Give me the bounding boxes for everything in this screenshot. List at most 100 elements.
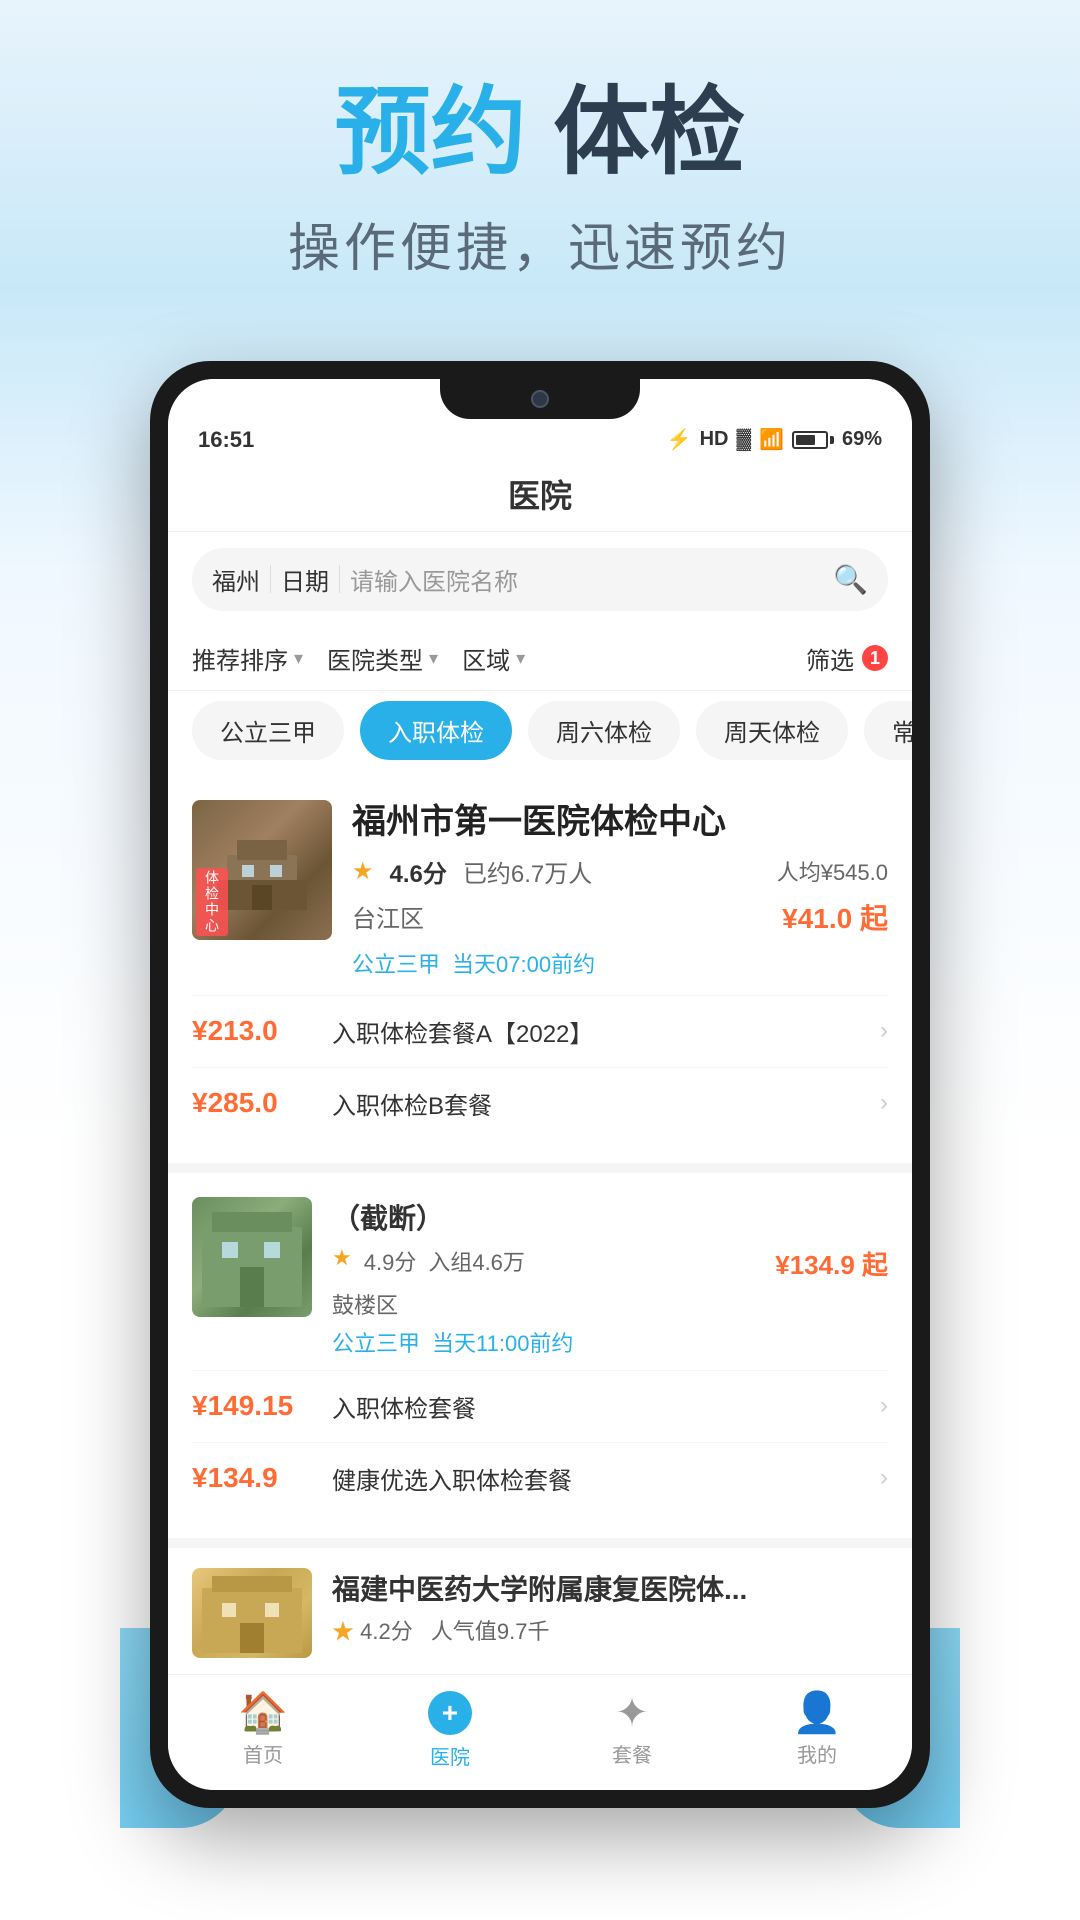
package-item-1-1[interactable]: ¥134.9 健康优选入职体检套餐 › (192, 1442, 888, 1514)
star-icon-2: ★ (332, 1619, 354, 1644)
hospital-score-2: 4.2分 (360, 1619, 413, 1644)
phone-camera (531, 390, 549, 408)
package-arrow-0-1: › (880, 1089, 888, 1117)
hero-title-dark: 体检 (553, 79, 745, 186)
search-bar[interactable]: 福州 日期 请输入医院名称 🔍 (192, 548, 888, 611)
hospital-info-1: （截断） ★ 4.9分 入组4.6万 ¥134.9 起 鼓楼区 (332, 1197, 888, 1358)
filter-label: 筛选 (806, 641, 854, 676)
star-icon-1: ★ (332, 1245, 352, 1282)
search-divider2 (339, 565, 340, 593)
package-price-1-0: ¥149.15 (192, 1390, 332, 1422)
date-tag[interactable]: 日期 (281, 562, 329, 597)
cat-tab-0[interactable]: 公立三甲 (192, 701, 344, 760)
hospital-district-0: 台江区 (352, 899, 424, 934)
hospital-meta-2: ★ 4.2分 人气值9.7千 (332, 1614, 888, 1646)
hero-title-blue: 预约 (335, 79, 527, 186)
cat-tab-1[interactable]: 入职体检 (360, 701, 512, 760)
sort-arrow-icon: ▾ (294, 648, 303, 669)
package-arrow-0-0: › (880, 1017, 888, 1045)
search-input[interactable]: 请输入医院名称 (350, 562, 823, 597)
package-icon: ✦ (615, 1693, 649, 1733)
hospital-meta-0: ★ 4.6分 已约6.7万人 人均¥545.0 (352, 854, 888, 889)
package-item-1-0[interactable]: ¥149.15 入职体检套餐 › (192, 1370, 888, 1442)
hospital-popularity-2: 人气值9.7千 (431, 1619, 550, 1644)
cat-tab-4[interactable]: 常规 (864, 701, 912, 760)
search-area: 福州 日期 请输入医院名称 🔍 (168, 532, 912, 627)
status-right: ⚡ HD ▓ 📶 69% (667, 427, 882, 452)
hospital-building-svg-2 (192, 1568, 312, 1658)
search-icon[interactable]: 🔍 (833, 563, 868, 596)
category-tabs: 公立三甲 入职体检 周六体检 周天体检 常规 (168, 691, 912, 776)
filter-count-badge: 1 (862, 645, 888, 671)
package-price-0-0: ¥213.0 (192, 1015, 332, 1047)
filter-button[interactable]: 筛选 1 (806, 641, 888, 676)
search-divider (270, 565, 271, 593)
hospital-location-0: 台江区 ¥41.0 起 (352, 897, 888, 937)
package-item-0-0[interactable]: ¥213.0 入职体检套餐A【2022】 › (192, 995, 888, 1067)
district-1: 鼓楼区 (332, 1288, 398, 1320)
hospital-name-2: 福建中医药大学附属康复医院体... (332, 1568, 888, 1608)
phone-mockup-container: 16:51 ⚡ HD ▓ 📶 69% (0, 361, 1080, 1808)
package-item-0-1[interactable]: ¥285.0 入职体检B套餐 › (192, 1067, 888, 1139)
package-name-0-1: 入职体检B套餐 (332, 1086, 880, 1121)
hero-title: 预约 体检 (40, 80, 1040, 186)
location-tag[interactable]: 福州 (212, 562, 260, 597)
hospital-image-2 (192, 1568, 312, 1658)
cat-tab-3[interactable]: 周天体检 (696, 701, 848, 760)
phone-mockup: 16:51 ⚡ HD ▓ 📶 69% (150, 361, 930, 1808)
filter-row: 推荐排序 ▾ 医院类型 ▾ 区域 ▾ 筛选 1 (168, 627, 912, 691)
package-name-1-0: 入职体检套餐 (332, 1389, 880, 1424)
hero-subtitle: 操作便捷，迅速预约 (40, 206, 1040, 281)
tag-time-0: 当天07:00前约 (452, 947, 595, 979)
nav-item-home[interactable]: 🏠 首页 (238, 1693, 288, 1768)
nav-label-hospital: 医院 (430, 1741, 470, 1770)
hospital-info-0: 福州市第一医院体检中心 ★ 4.6分 已约6.7万人 人均¥545.0 台江区 … (352, 800, 888, 979)
hospital-name-0: 福州市第一医院体检中心 (352, 800, 888, 844)
hospital-tags-1: 公立三甲 当天11:00前约 (332, 1326, 888, 1358)
nav-item-package[interactable]: ✦ 套餐 (612, 1693, 652, 1768)
phone-notch (440, 379, 640, 419)
status-time: 16:51 (198, 427, 254, 453)
filter-area[interactable]: 区域 ▾ (462, 641, 549, 676)
hospital-per-price-0: 人均¥545.0 (777, 855, 888, 887)
cat-tab-2[interactable]: 周六体检 (528, 701, 680, 760)
package-arrow-1-0: › (880, 1392, 888, 1420)
hospital-card-0-header: 体检中心 福州市第一医院体检中心 ★ 4.6分 已约6.7万人 人均¥545.0 (192, 800, 888, 979)
hospital-meta-1: ★ 4.9分 入组4.6万 ¥134.9 起 (332, 1245, 888, 1282)
hospital-score-0: 4.6分 (390, 854, 447, 889)
hospital-card-1-header: （截断） ★ 4.9分 入组4.6万 ¥134.9 起 鼓楼区 (192, 1197, 888, 1358)
package-arrow-1-1: › (880, 1464, 888, 1492)
filter-area-label: 区域 (462, 641, 510, 676)
area-arrow-icon: ▾ (516, 648, 525, 669)
hospital-booked-1: 入组4.6万 (428, 1245, 525, 1282)
nav-item-mine[interactable]: 👤 我的 (792, 1693, 842, 1768)
battery-percent: 69% (842, 428, 882, 451)
package-price-0-1: ¥285.0 (192, 1087, 332, 1119)
phone-screen: 16:51 ⚡ HD ▓ 📶 69% (168, 379, 912, 1790)
tag-type-1: 公立三甲 (332, 1326, 420, 1358)
nav-label-mine: 我的 (797, 1739, 837, 1768)
type-arrow-icon: ▾ (429, 648, 438, 669)
user-icon: 👤 (792, 1693, 842, 1733)
bottom-nav: 🏠 首页 + 医院 ✦ 套餐 👤 我的 (168, 1674, 912, 1790)
nav-label-home: 首页 (243, 1739, 283, 1768)
bluetooth-icon: ⚡ (667, 427, 692, 452)
hospital-card-2[interactable]: 福建中医药大学附属康复医院体... ★ 4.2分 人气值9.7千 (168, 1548, 912, 1674)
hospital-info-2: 福建中医药大学附属康复医院体... ★ 4.2分 人气值9.7千 (332, 1568, 888, 1646)
package-price-1-1: ¥134.9 (192, 1462, 332, 1494)
hospital-card-1[interactable]: （截断） ★ 4.9分 入组4.6万 ¥134.9 起 鼓楼区 (168, 1173, 912, 1538)
tag-type-0: 公立三甲 (352, 947, 440, 979)
filter-sort-label: 推荐排序 (192, 641, 288, 676)
wifi-icon: ▓ (736, 428, 751, 451)
hospital-building-svg-1 (192, 1197, 312, 1317)
hospital-start-price-1: ¥134.9 起 (775, 1245, 888, 1282)
nav-item-hospital[interactable]: + 医院 (428, 1691, 472, 1770)
filter-type[interactable]: 医院类型 ▾ (327, 641, 462, 676)
tag-time-1: 当天11:00前约 (432, 1326, 573, 1358)
hospital-card-0[interactable]: 体检中心 福州市第一医院体检中心 ★ 4.6分 已约6.7万人 人均¥545.0 (168, 776, 912, 1163)
package-name-0-0: 入职体检套餐A【2022】 (332, 1014, 880, 1049)
nav-label-package: 套餐 (612, 1739, 652, 1768)
hospital-plus-icon: + (428, 1691, 472, 1735)
hospital-score-1: 4.9分 (364, 1245, 417, 1282)
filter-sort[interactable]: 推荐排序 ▾ (192, 641, 327, 676)
